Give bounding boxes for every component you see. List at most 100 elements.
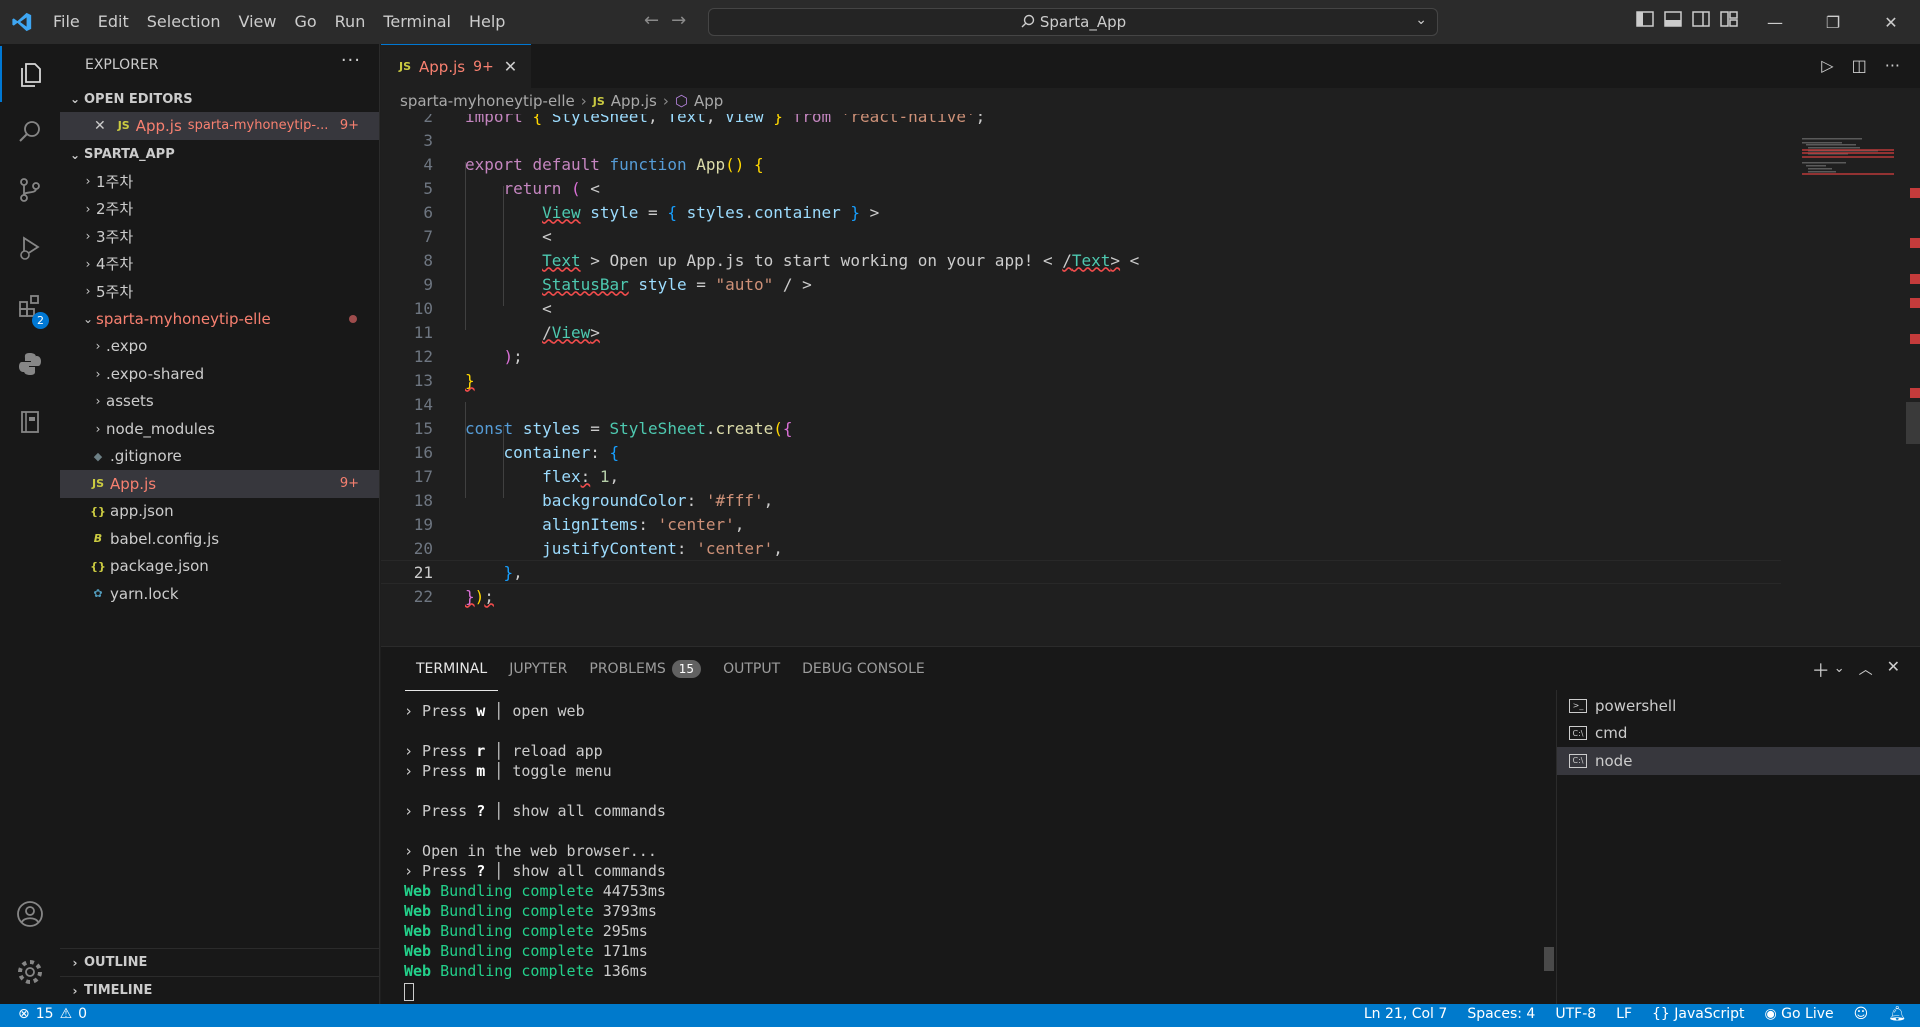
toggle-sidebar-icon[interactable] bbox=[1636, 10, 1654, 28]
more-actions-icon[interactable]: ··· bbox=[341, 50, 361, 71]
workspace-header[interactable]: ⌄ SPARTA_APP bbox=[60, 142, 379, 168]
folder-item[interactable]: › .expo bbox=[60, 333, 379, 361]
file-item[interactable]: {} app.json bbox=[60, 498, 379, 526]
tab-debug-console[interactable]: DEBUG CONSOLE bbox=[791, 647, 936, 691]
menu-edit[interactable]: Edit bbox=[89, 0, 138, 44]
menu-selection[interactable]: Selection bbox=[138, 0, 230, 44]
code-editor[interactable]: 2 import { StyleSheet, Text, View } from … bbox=[381, 114, 1781, 646]
problems-status[interactable]: ⊗ 15 ⚠ 0 bbox=[18, 1006, 87, 1022]
notebook-icon[interactable] bbox=[0, 394, 60, 450]
folder-item[interactable]: › 4주차 bbox=[60, 250, 379, 278]
error-count: 15 bbox=[35, 1006, 54, 1022]
folder-item[interactable]: › node_modules bbox=[60, 415, 379, 443]
run-icon[interactable]: ▷ bbox=[1821, 56, 1833, 75]
feedback-icon[interactable]: ☺ bbox=[1854, 1006, 1869, 1022]
line-number: 16 bbox=[413, 442, 433, 462]
terminal-item-node[interactable]: C:\ node bbox=[1557, 747, 1920, 775]
folder-item[interactable]: › .expo-shared bbox=[60, 360, 379, 388]
menu-file[interactable]: File bbox=[44, 0, 89, 44]
scrollbar-thumb[interactable] bbox=[1906, 402, 1920, 444]
symbol-icon: ⬡ bbox=[674, 92, 688, 110]
file-item[interactable]: {} package.json bbox=[60, 553, 379, 581]
menu-terminal[interactable]: Terminal bbox=[374, 0, 460, 44]
tab-problems[interactable]: PROBLEMS 15 bbox=[578, 647, 712, 691]
code-line: 16 container: { bbox=[381, 440, 1781, 464]
timeline-header[interactable]: › TIMELINE bbox=[60, 976, 379, 1004]
close-panel-icon[interactable]: ✕ bbox=[1887, 657, 1900, 683]
notifications-bell-icon[interactable]: 🔔︎ bbox=[1888, 1006, 1906, 1022]
toggle-secondary-sidebar-icon[interactable] bbox=[1692, 10, 1710, 28]
language-mode[interactable]: {} JavaScript bbox=[1652, 1006, 1744, 1022]
menu-help[interactable]: Help bbox=[460, 0, 514, 44]
minimize-icon[interactable]: — bbox=[1746, 0, 1804, 44]
terminal-scrollbar[interactable] bbox=[1544, 947, 1554, 971]
folder-item[interactable]: › 1주차 bbox=[60, 168, 379, 196]
vscode-logo-icon bbox=[0, 0, 44, 44]
terminal-item-cmd[interactable]: C:\ cmd bbox=[1557, 720, 1920, 748]
python-icon[interactable] bbox=[0, 336, 60, 392]
terminal-item-powershell[interactable]: >_ powershell bbox=[1557, 692, 1920, 720]
maximize-panel-icon[interactable]: ︿ bbox=[1859, 659, 1873, 683]
cursor-position[interactable]: Ln 21, Col 7 bbox=[1364, 1006, 1447, 1022]
restore-icon[interactable]: ❐ bbox=[1804, 0, 1862, 44]
back-arrow-icon[interactable]: ← bbox=[644, 10, 659, 31]
file-item[interactable]: Bbabel.config.js bbox=[60, 525, 379, 553]
folder-item[interactable]: › assets bbox=[60, 388, 379, 416]
editor-scrollbar[interactable] bbox=[1906, 138, 1920, 646]
code-line: 5 return ( < bbox=[381, 176, 1781, 200]
indentation[interactable]: Spaces: 4 bbox=[1467, 1006, 1535, 1022]
line-number: 12 bbox=[413, 346, 433, 366]
command-center-search[interactable]: Sparta_App ⌄ bbox=[708, 8, 1438, 36]
tab-terminal[interactable]: TERMINAL bbox=[405, 661, 499, 691]
split-editor-icon[interactable]: ◫ bbox=[1852, 56, 1867, 75]
file-item[interactable]: ◆ .gitignore bbox=[60, 443, 379, 471]
menu-view[interactable]: View bbox=[230, 0, 286, 44]
yarn-icon: ✿ bbox=[93, 587, 103, 601]
encoding[interactable]: UTF-8 bbox=[1555, 1006, 1596, 1022]
code-line: 2 import { StyleSheet, Text, View } from … bbox=[381, 114, 1781, 128]
end-of-line[interactable]: LF bbox=[1616, 1006, 1632, 1022]
tab-jupyter[interactable]: JUPYTER bbox=[498, 647, 578, 691]
forward-arrow-icon[interactable]: → bbox=[671, 10, 686, 31]
toggle-panel-icon[interactable] bbox=[1664, 10, 1682, 28]
folder-item[interactable]: › 5주차 bbox=[60, 278, 379, 306]
minimap[interactable] bbox=[1802, 138, 1894, 198]
menu-run[interactable]: Run bbox=[326, 0, 375, 44]
chevron-right-icon: › bbox=[662, 92, 669, 110]
new-terminal-icon[interactable]: ＋ bbox=[1812, 657, 1830, 683]
chevron-down-icon[interactable]: ⌄ bbox=[1834, 661, 1845, 683]
accounts-icon[interactable] bbox=[0, 886, 60, 942]
breadcrumb-symbol[interactable]: App bbox=[694, 92, 723, 110]
folder-item[interactable]: › 2주차 bbox=[60, 195, 379, 223]
folder-item[interactable]: › 3주차 bbox=[60, 223, 379, 251]
file-item[interactable]: JS App.js 9+ bbox=[60, 470, 379, 498]
extensions-icon[interactable]: 2 bbox=[0, 278, 60, 334]
more-actions-icon[interactable]: ··· bbox=[1885, 56, 1900, 75]
project-folder[interactable]: ⌄ sparta-myhoneytip-elle bbox=[60, 305, 379, 333]
breadcrumb-folder[interactable]: sparta-myhoneytip-elle bbox=[400, 92, 575, 110]
search-icon[interactable] bbox=[0, 104, 60, 160]
tab-problem-count: 9+ bbox=[473, 58, 494, 75]
tab-output[interactable]: OUTPUT bbox=[712, 647, 791, 691]
breadcrumb-file[interactable]: App.js bbox=[611, 92, 657, 110]
close-icon[interactable]: ✕ bbox=[94, 118, 106, 134]
customize-layout-icon[interactable] bbox=[1720, 10, 1738, 28]
line-number: 18 bbox=[413, 490, 433, 510]
outline-header[interactable]: › OUTLINE bbox=[60, 948, 379, 976]
open-editors-header[interactable]: ⌄ OPEN EDITORS bbox=[60, 86, 379, 112]
manage-gear-icon[interactable] bbox=[0, 944, 60, 1000]
file-item[interactable]: ✿ yarn.lock bbox=[60, 580, 379, 608]
run-debug-icon[interactable] bbox=[0, 220, 60, 276]
close-icon[interactable]: ✕ bbox=[504, 57, 517, 76]
chevron-down-icon[interactable]: ⌄ bbox=[1415, 12, 1427, 28]
chevron-right-icon: › bbox=[85, 174, 91, 189]
close-window-icon[interactable]: ✕ bbox=[1862, 0, 1920, 44]
line-number: 14 bbox=[413, 394, 433, 414]
go-live-button[interactable]: ◉ Go Live bbox=[1764, 1006, 1833, 1022]
explorer-icon[interactable] bbox=[0, 46, 60, 102]
menu-go[interactable]: Go bbox=[285, 0, 325, 44]
open-editor-item[interactable]: ✕ JS App.js sparta-myhoneytip-... 9+ bbox=[60, 112, 379, 140]
source-control-icon[interactable] bbox=[0, 162, 60, 218]
terminal-output[interactable]: › Press w │ open web › Press r │ reload … bbox=[404, 701, 1534, 1001]
tab-app-js[interactable]: JS App.js 9+ ✕ bbox=[381, 44, 532, 88]
